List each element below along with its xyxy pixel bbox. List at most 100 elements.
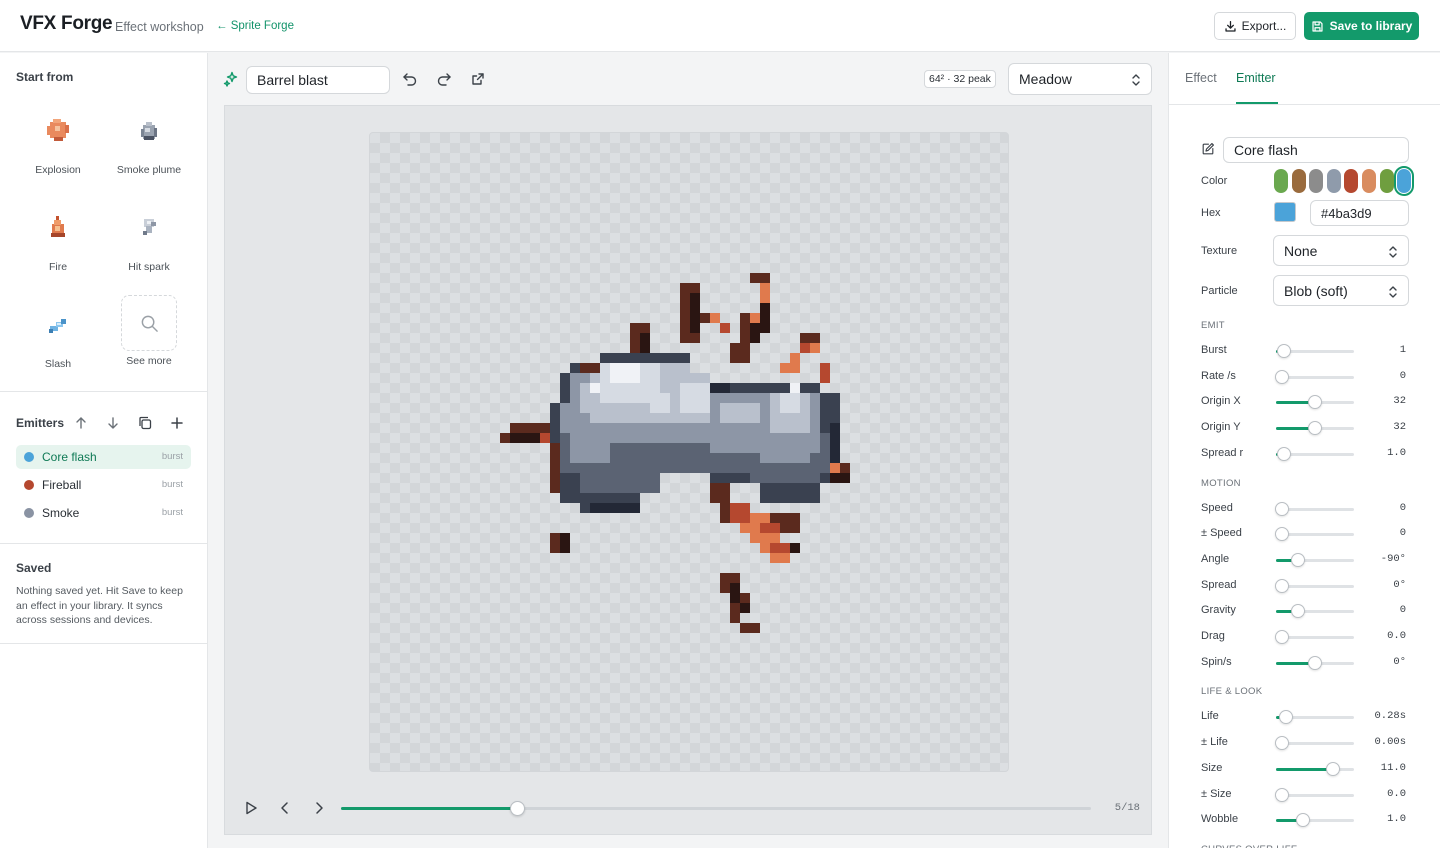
explosion-icon	[47, 119, 69, 141]
share-icon[interactable]	[470, 71, 486, 87]
emitter-item-fireball[interactable]: Fireball burst	[16, 473, 191, 497]
slider-thumb[interactable]	[1275, 369, 1289, 384]
slider-track[interactable]	[1276, 552, 1354, 567]
slider-track[interactable]	[1276, 710, 1354, 725]
slider-thumb[interactable]	[1276, 446, 1291, 461]
particle-label: Particle	[1201, 285, 1238, 297]
slider-value: 0°	[1393, 655, 1406, 668]
properties-panel: Effect Emitter Color Hex Texture None Pa…	[1168, 53, 1440, 848]
emitter-item-smoke[interactable]: Smoke burst	[16, 501, 191, 525]
texture-select[interactable]: None	[1273, 235, 1409, 266]
preset-smoke-plume[interactable]: Smoke plume	[108, 108, 190, 190]
slider-thumb[interactable]	[1276, 344, 1291, 358]
color-swatch[interactable]	[1309, 169, 1324, 193]
slider-track[interactable]	[1276, 395, 1354, 410]
slider-thumb[interactable]	[1325, 761, 1340, 776]
slider-track[interactable]	[1276, 344, 1354, 358]
color-swatch[interactable]	[1379, 169, 1394, 193]
slider-track[interactable]	[1276, 604, 1354, 619]
slider-thumb[interactable]	[1308, 655, 1322, 670]
slider-track[interactable]	[1276, 655, 1354, 670]
slider-thumb[interactable]	[1275, 578, 1289, 593]
section-title: CURVES OVER LIFE	[1201, 844, 1297, 848]
divider	[1169, 104, 1440, 105]
color-swatch[interactable]	[1291, 169, 1306, 193]
slider-thumb[interactable]	[1290, 552, 1305, 567]
slider-track[interactable]	[1275, 787, 1354, 802]
move-up-icon[interactable]	[73, 415, 89, 431]
color-swatch[interactable]	[1362, 169, 1376, 193]
previous-frame-icon[interactable]	[277, 800, 293, 816]
slider-track[interactable]	[1276, 813, 1354, 828]
preset-fire[interactable]: Fire	[17, 205, 99, 287]
edit-icon[interactable]	[1201, 142, 1215, 156]
save-to-library-button[interactable]: Save to library	[1304, 12, 1419, 40]
effect-name-input[interactable]	[246, 66, 390, 94]
see-more-button[interactable]	[121, 295, 177, 351]
hex-color-preview[interactable]	[1274, 202, 1296, 222]
preview-canvas[interactable]	[369, 132, 1009, 772]
slider-fill	[1276, 767, 1333, 771]
emitter-color-dot	[24, 480, 34, 490]
timeline-scrubber[interactable]	[341, 801, 1091, 816]
slider-track[interactable]	[1275, 501, 1354, 516]
undo-icon[interactable]	[402, 71, 418, 87]
slider-thumb[interactable]	[1275, 630, 1289, 644]
tab-emitter[interactable]: Emitter	[1236, 71, 1276, 85]
slider-track[interactable]	[1275, 578, 1354, 593]
slider-thumb[interactable]	[1308, 421, 1322, 436]
slider-thumb[interactable]	[1275, 527, 1289, 542]
emitter-name-input[interactable]	[1223, 137, 1409, 163]
slider-track[interactable]	[1275, 527, 1354, 542]
color-swatch[interactable]	[1394, 166, 1415, 196]
slider-label: ± Speed	[1201, 527, 1242, 540]
slider-track[interactable]	[1275, 369, 1354, 384]
emitter-name: Core flash	[42, 450, 97, 464]
emitter-kind: burst	[161, 451, 183, 462]
slider-track[interactable]	[1275, 736, 1354, 751]
slider-thumb[interactable]	[1290, 604, 1305, 619]
slider-track[interactable]	[1276, 761, 1354, 776]
slider-thumb[interactable]	[1275, 787, 1289, 802]
emitter-name: Smoke	[42, 506, 80, 520]
play-icon[interactable]	[243, 800, 259, 816]
slider-thumb[interactable]	[1308, 395, 1322, 410]
color-swatch[interactable]	[1326, 169, 1341, 193]
particle-select[interactable]: Blob (soft)	[1273, 275, 1409, 306]
emitter-item-core-flash[interactable]: Core flash burst	[16, 445, 191, 469]
slider-thumb[interactable]	[1279, 710, 1294, 725]
canvas-size-badge: 64² · 32 peak	[924, 70, 996, 88]
slider-thumb[interactable]	[1275, 501, 1289, 516]
hex-input[interactable]	[1310, 200, 1409, 226]
color-swatch[interactable]	[1274, 169, 1288, 193]
saved-title: Saved	[16, 561, 52, 575]
slider-thumb[interactable]	[1296, 813, 1311, 828]
background-select[interactable]: Meadow	[1008, 63, 1152, 95]
preset-slash[interactable]: Slash	[17, 302, 99, 384]
slider-track[interactable]	[1276, 446, 1354, 461]
sprite-forge-link[interactable]: ← Sprite Forge	[216, 20, 294, 32]
slider-label: Burst	[1201, 344, 1227, 356]
slider-thumb[interactable]	[1275, 736, 1289, 751]
preset-label: Hit spark	[128, 261, 170, 273]
slider-label: Spread r	[1201, 446, 1244, 459]
export-button[interactable]: Export...	[1214, 12, 1296, 40]
tab-effect[interactable]: Effect	[1185, 71, 1217, 85]
next-frame-icon[interactable]	[311, 800, 327, 816]
preset-hit-spark[interactable]: Hit spark	[108, 205, 190, 287]
move-down-icon[interactable]	[105, 415, 121, 431]
redo-icon[interactable]	[436, 71, 452, 87]
fire-icon	[51, 216, 65, 237]
emitters-title: Emitters	[16, 416, 65, 430]
preset-explosion[interactable]: Explosion	[17, 108, 99, 190]
texture-label: Texture	[1201, 245, 1238, 257]
slider-label: Spin/s	[1201, 655, 1232, 668]
add-emitter-icon[interactable]	[169, 415, 185, 431]
slider-track[interactable]	[1276, 421, 1354, 436]
divider	[0, 391, 207, 392]
export-label: Export...	[1241, 19, 1287, 33]
color-swatch[interactable]	[1344, 169, 1359, 193]
duplicate-icon[interactable]	[137, 415, 153, 431]
see-more-label: See more	[126, 355, 172, 367]
slider-track[interactable]	[1275, 630, 1354, 644]
